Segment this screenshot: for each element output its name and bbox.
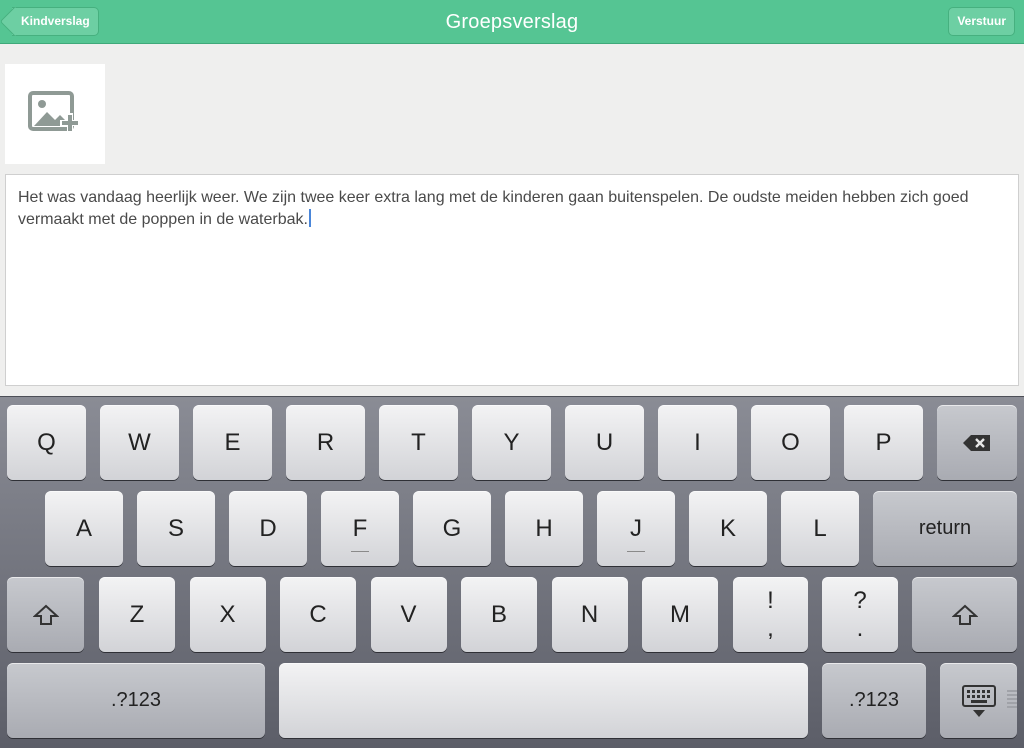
key-b-label: B (490, 600, 507, 628)
shift-key-left[interactable] (7, 577, 84, 652)
key-w[interactable]: W (100, 405, 179, 480)
keyboard-dismiss-icon (961, 684, 996, 717)
numbers-key-left-label: .?123 (110, 689, 162, 711)
add-photo-icon (28, 91, 80, 133)
key-e-label: E (224, 428, 241, 456)
key-f[interactable]: F (321, 491, 399, 566)
key-n[interactable]: N (551, 577, 628, 652)
shift-icon (951, 604, 978, 625)
key-b[interactable]: B (461, 577, 537, 652)
send-button[interactable]: Verstuur (948, 7, 1015, 36)
key-p[interactable]: P (844, 405, 923, 480)
key-p-label: P (875, 428, 892, 456)
return-key-label: return (918, 517, 972, 539)
key-a-label: A (75, 514, 92, 542)
key-s-label: S (167, 514, 184, 542)
key-exclamation-comma[interactable]: !, (733, 577, 808, 652)
home-row-marker (351, 551, 369, 552)
question-period-labels: ?. (853, 587, 866, 643)
key-q[interactable]: Q (7, 405, 86, 480)
report-text-area[interactable]: Het was vandaag heerlijk weer. We zijn t… (5, 174, 1019, 386)
backspace-key[interactable] (937, 405, 1017, 480)
return-key[interactable]: return (873, 491, 1017, 566)
key-l-label: L (813, 514, 827, 542)
question-label: ? (853, 586, 867, 614)
navigation-bar: Kindverslag Groepsverslag Verstuur (0, 0, 1024, 44)
key-m-label: M (670, 600, 690, 628)
page-title: Groepsverslag (445, 11, 579, 33)
key-c[interactable]: C (280, 577, 356, 652)
key-z[interactable]: Z (99, 577, 175, 652)
key-i-label: I (694, 428, 701, 456)
key-d-label: D (259, 514, 277, 542)
shift-key-right[interactable] (912, 577, 1017, 652)
key-j-label: J (630, 514, 642, 542)
key-l[interactable]: L (781, 491, 859, 566)
key-x[interactable]: X (189, 577, 266, 652)
text-cursor (308, 209, 311, 227)
key-g[interactable]: G (413, 491, 491, 566)
comma-label: , (767, 614, 774, 642)
key-h-label: H (535, 514, 553, 542)
key-v[interactable]: V (370, 577, 447, 652)
key-f-label: F (352, 514, 368, 542)
key-t[interactable]: T (379, 405, 458, 480)
key-e[interactable]: E (193, 405, 272, 480)
key-c-label: C (309, 600, 327, 628)
backspace-icon (963, 434, 990, 451)
space-key[interactable] (279, 663, 808, 738)
key-u[interactable]: U (565, 405, 644, 480)
period-label: . (856, 614, 864, 642)
key-t-label: T (411, 428, 426, 456)
key-d[interactable]: D (229, 491, 307, 566)
key-x-label: X (219, 600, 236, 628)
key-question-period[interactable]: ?. (822, 577, 898, 652)
key-a[interactable]: A (45, 491, 123, 566)
numbers-key-right[interactable]: .?123 (822, 663, 926, 738)
key-k-label: K (719, 514, 736, 542)
key-o[interactable]: O (751, 405, 830, 480)
report-text: Het was vandaag heerlijk weer. We zijn t… (18, 189, 969, 228)
key-k[interactable]: K (689, 491, 767, 566)
numbers-key-right-label: .?123 (848, 689, 900, 711)
key-z-label: Z (129, 600, 145, 628)
key-s[interactable]: S (137, 491, 215, 566)
key-h[interactable]: H (505, 491, 583, 566)
key-n-label: N (580, 600, 599, 628)
key-v-label: V (400, 600, 417, 628)
key-i[interactable]: I (658, 405, 737, 480)
key-y[interactable]: Y (472, 405, 551, 480)
key-r-label: R (316, 428, 335, 456)
key-q-label: Q (37, 428, 56, 456)
key-j[interactable]: J (597, 491, 675, 566)
key-m[interactable]: M (642, 577, 718, 652)
add-photo-button[interactable] (5, 64, 105, 164)
key-w-label: W (128, 428, 151, 456)
key-u-label: U (595, 428, 614, 456)
key-g-label: G (442, 514, 462, 542)
numbers-key-left[interactable]: .?123 (7, 663, 265, 738)
key-o-label: O (781, 428, 800, 456)
key-r[interactable]: R (286, 405, 365, 480)
shift-icon (32, 604, 59, 625)
keyboard-grip (1007, 690, 1017, 710)
exclamation-comma-labels: !, (767, 587, 774, 643)
dismiss-keyboard-key[interactable] (940, 663, 1017, 738)
key-y-label: Y (503, 428, 520, 456)
exclamation-label: ! (767, 586, 774, 614)
home-row-marker (627, 551, 645, 552)
